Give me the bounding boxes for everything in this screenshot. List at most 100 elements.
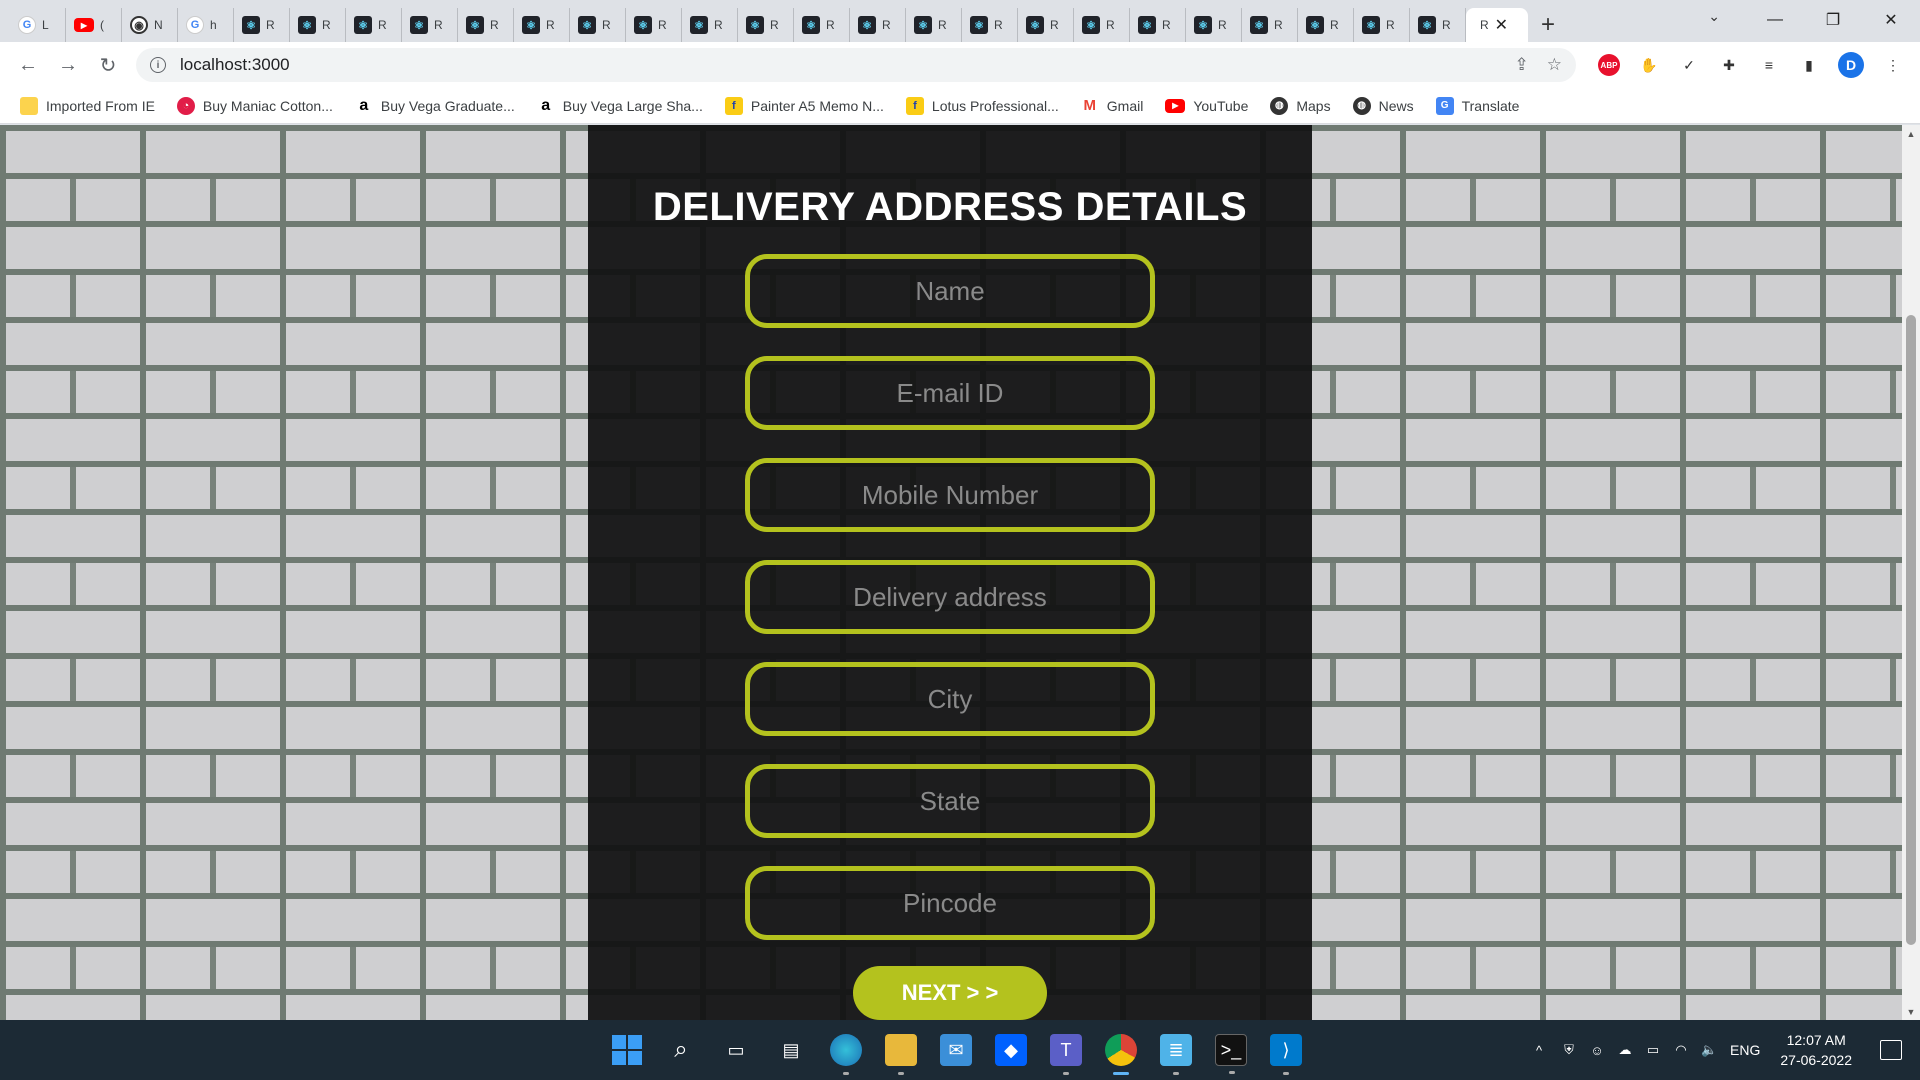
browser-tab[interactable]: ⚛ R <box>1298 8 1354 42</box>
share-icon[interactable]: ⇪ <box>1515 55 1529 75</box>
search-icon[interactable]: ⌕ <box>665 1034 697 1066</box>
browser-tab[interactable]: ⚛ R <box>626 8 682 42</box>
widgets-icon[interactable]: ▤ <box>775 1034 807 1066</box>
checkmark-icon[interactable]: ✓ <box>1678 54 1700 76</box>
back-button[interactable]: ← <box>8 45 48 85</box>
mobile-input[interactable] <box>745 458 1155 532</box>
people-icon[interactable]: ☺ <box>1588 1041 1606 1059</box>
browser-tab[interactable]: ⚛ R <box>402 8 458 42</box>
gmail-icon: M <box>1080 96 1099 115</box>
maximize-button[interactable]: ❐ <box>1804 0 1862 40</box>
chrome-icon[interactable] <box>1105 1034 1137 1075</box>
browser-tab[interactable]: ⚛ R <box>234 8 290 42</box>
reload-button[interactable]: ↻ <box>88 45 128 85</box>
clock[interactable]: 12:07 AM 27-06-2022 <box>1780 1030 1852 1070</box>
tab-list: G L ▶(◉ N Gh ⚛ R ⚛ R ⚛ R ⚛ R ⚛ R ⚛ R ⚛ R ⚛ R ⚛ R ⚛ R ⚛ R ⚛ R ⚛ R ⚛ R ⚛ R ⚛ R… <box>0 0 1528 42</box>
form-fields <box>745 254 1155 940</box>
volume-icon[interactable]: 🔈 <box>1700 1041 1718 1059</box>
edge-icon[interactable] <box>830 1034 862 1075</box>
browser-tab[interactable]: ⚛ R <box>458 8 514 42</box>
page-scrollbar[interactable]: ▲ ▼ <box>1902 125 1920 1020</box>
browser-tab[interactable]: ⚛ R <box>290 8 346 42</box>
notification-icon[interactable] <box>1880 1040 1902 1060</box>
browser-tab[interactable]: ⚛ R <box>1186 8 1242 42</box>
browser-tab[interactable]: ⚛ R <box>1130 8 1186 42</box>
site-info-icon[interactable]: i <box>150 57 166 73</box>
browser-tab[interactable]: ⚛ R <box>1410 8 1466 42</box>
notepad-icon[interactable]: ≣ <box>1160 1034 1192 1075</box>
bookmark-item[interactable]: Imported From IE <box>20 96 155 115</box>
browser-tab[interactable]: ⚛ R <box>1242 8 1298 42</box>
bookmark-item[interactable]: a Buy Vega Large Sha... <box>536 96 703 115</box>
tab-search-button[interactable]: ⌄ <box>1708 8 1720 25</box>
terminal-icon[interactable]: >_ <box>1215 1034 1247 1074</box>
browser-tab[interactable]: Gh <box>178 8 234 42</box>
bookmark-item[interactable]: ◍ Maps <box>1270 96 1331 115</box>
dropbox-icon[interactable]: ◆ <box>995 1034 1027 1066</box>
browser-tab[interactable]: ⚛ R <box>906 8 962 42</box>
task-view-icon[interactable]: ▭ <box>720 1034 752 1066</box>
tab-title: R <box>322 18 331 32</box>
pincode-input[interactable] <box>745 866 1155 940</box>
teams-icon[interactable]: T <box>1050 1034 1082 1075</box>
media-queue-icon[interactable]: ≡ <box>1758 54 1780 76</box>
browser-toolbar: ← → ↻ i localhost:3000 ⇪ ☆ ABP ✋ ✓ ✚ ≡ ▮ D ⋮ <box>0 42 1920 88</box>
puzzle-icon[interactable]: ✚ <box>1718 54 1740 76</box>
bookmark-item[interactable]: ◍ News <box>1352 96 1414 115</box>
address-url[interactable]: localhost:3000 <box>180 55 290 75</box>
bookmark-star-icon[interactable]: ☆ <box>1547 55 1562 75</box>
browser-tab[interactable]: ⚛ R <box>1074 8 1130 42</box>
battery-icon[interactable]: ▭ <box>1644 1041 1662 1059</box>
minimize-button[interactable]: — <box>1746 0 1804 40</box>
active-tab[interactable]: R ✕ <box>1466 8 1528 42</box>
file-explorer-icon[interactable] <box>885 1034 917 1075</box>
browser-tab[interactable]: ⚛ R <box>962 8 1018 42</box>
close-icon[interactable]: ✕ <box>1495 15 1508 35</box>
address-bar[interactable]: i localhost:3000 ⇪ ☆ <box>136 48 1576 82</box>
mail-icon[interactable]: ✉ <box>940 1034 972 1066</box>
shield-icon[interactable]: ⛨ <box>1560 1041 1578 1059</box>
hand-icon[interactable]: ✋ <box>1638 54 1660 76</box>
bookmark-item[interactable]: ▶ YouTube <box>1165 98 1248 114</box>
windows-start-icon[interactable] <box>612 1035 642 1065</box>
profile-avatar[interactable]: D <box>1838 52 1864 78</box>
cloud-icon[interactable]: ☁ <box>1616 1041 1634 1059</box>
state-input[interactable] <box>745 764 1155 838</box>
close-window-button[interactable]: ✕ <box>1862 0 1920 40</box>
browser-tab[interactable]: ⚛ R <box>1354 8 1410 42</box>
browser-tab[interactable]: ⚛ R <box>346 8 402 42</box>
bookmark-item[interactable]: f Painter A5 Memo N... <box>724 96 884 115</box>
menu-dots-icon[interactable]: ⋮ <box>1882 54 1904 76</box>
browser-tab[interactable]: ⚛ R <box>738 8 794 42</box>
scroll-down-arrow-icon[interactable]: ▼ <box>1902 1003 1920 1020</box>
bookmark-item[interactable]: G Translate <box>1435 96 1519 115</box>
adblock-plus-icon[interactable]: ABP <box>1598 54 1620 76</box>
browser-tab[interactable]: ⚛ R <box>1018 8 1074 42</box>
browser-tab[interactable]: ⚛ R <box>570 8 626 42</box>
browser-tab[interactable]: ▶( <box>66 8 122 42</box>
forward-button[interactable]: → <box>48 45 88 85</box>
browser-tab[interactable]: ⚛ R <box>682 8 738 42</box>
scroll-up-arrow-icon[interactable]: ▲ <box>1902 125 1920 142</box>
email-input[interactable] <box>745 356 1155 430</box>
tray-chevron-icon[interactable]: ^ <box>1530 1041 1548 1059</box>
new-tab-button[interactable]: + <box>1528 8 1568 42</box>
side-panel-icon[interactable]: ▮ <box>1798 54 1820 76</box>
vscode-icon[interactable]: ⟩ <box>1270 1034 1302 1075</box>
browser-tab[interactable]: ◉ N <box>122 8 178 42</box>
bookmark-item[interactable]: M Gmail <box>1080 96 1143 115</box>
wifi-icon[interactable]: ◠ <box>1672 1041 1690 1059</box>
browser-tab[interactable]: ⚛ R <box>514 8 570 42</box>
browser-tab[interactable]: GL <box>10 8 66 42</box>
browser-tab[interactable]: ⚛ R <box>850 8 906 42</box>
name-input[interactable] <box>745 254 1155 328</box>
language-indicator[interactable]: ENG <box>1730 1042 1760 1058</box>
address-input[interactable] <box>745 560 1155 634</box>
city-input[interactable] <box>745 662 1155 736</box>
bookmark-item[interactable]: f Lotus Professional... <box>905 96 1059 115</box>
bookmark-item[interactable]: ◔ Buy Maniac Cotton... <box>176 96 333 115</box>
bookmark-item[interactable]: a Buy Vega Graduate... <box>354 96 515 115</box>
scrollbar-thumb[interactable] <box>1906 315 1916 945</box>
browser-tab[interactable]: ⚛ R <box>794 8 850 42</box>
next-button[interactable]: NEXT > > <box>853 966 1047 1020</box>
